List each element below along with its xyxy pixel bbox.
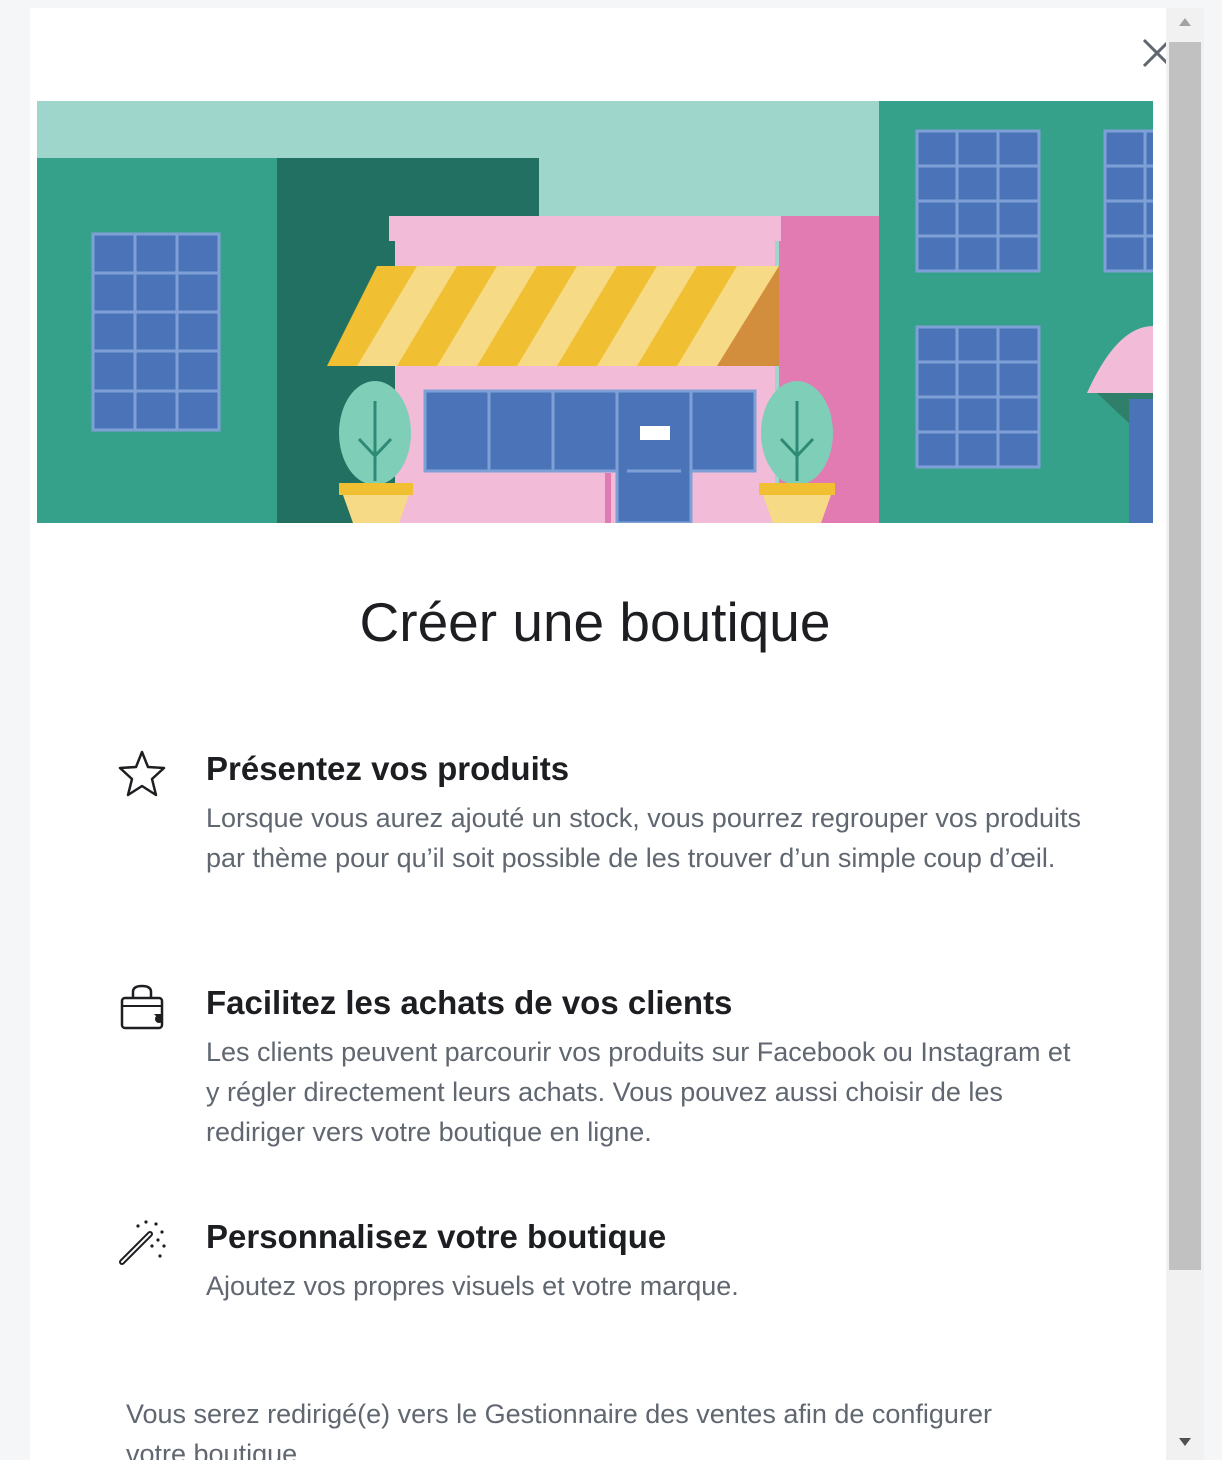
- left-window: [91, 232, 221, 432]
- dialog-title: Créer une boutique: [359, 591, 831, 653]
- left-plant: [339, 381, 413, 523]
- feature-description: Ajoutez vos propres visuels et votre mar…: [206, 1271, 739, 1301]
- shopping-bag-icon: [120, 984, 164, 1030]
- create-shop-dialog: Créer une boutique Présentez vos produit…: [30, 8, 1166, 1460]
- magic-wand-icon: [119, 1220, 166, 1265]
- right-plant: [759, 381, 835, 523]
- close-icon[interactable]: [1140, 36, 1166, 70]
- feature-title: Facilitez les achats de vos clients: [206, 984, 733, 1021]
- feature-title: Personnalisez votre boutique: [206, 1218, 667, 1255]
- vertical-scrollbar[interactable]: [1166, 8, 1204, 1460]
- redirect-note: Vous serez redirigé(e) vers le Gestionna…: [126, 1399, 992, 1460]
- scrollbar-thumb[interactable]: [1169, 42, 1201, 1270]
- feature-description: Lorsque vous aurez ajouté un stock, vous…: [206, 803, 1081, 873]
- star-icon: [118, 750, 166, 797]
- feature-title: Présentez vos produits: [206, 750, 570, 787]
- scroll-down-arrow-icon[interactable]: [1166, 1428, 1204, 1456]
- scroll-up-arrow-icon[interactable]: [1166, 8, 1204, 36]
- feature-description: Les clients peuvent parcourir vos produi…: [206, 1037, 1071, 1147]
- storefront-illustration: [37, 101, 1153, 523]
